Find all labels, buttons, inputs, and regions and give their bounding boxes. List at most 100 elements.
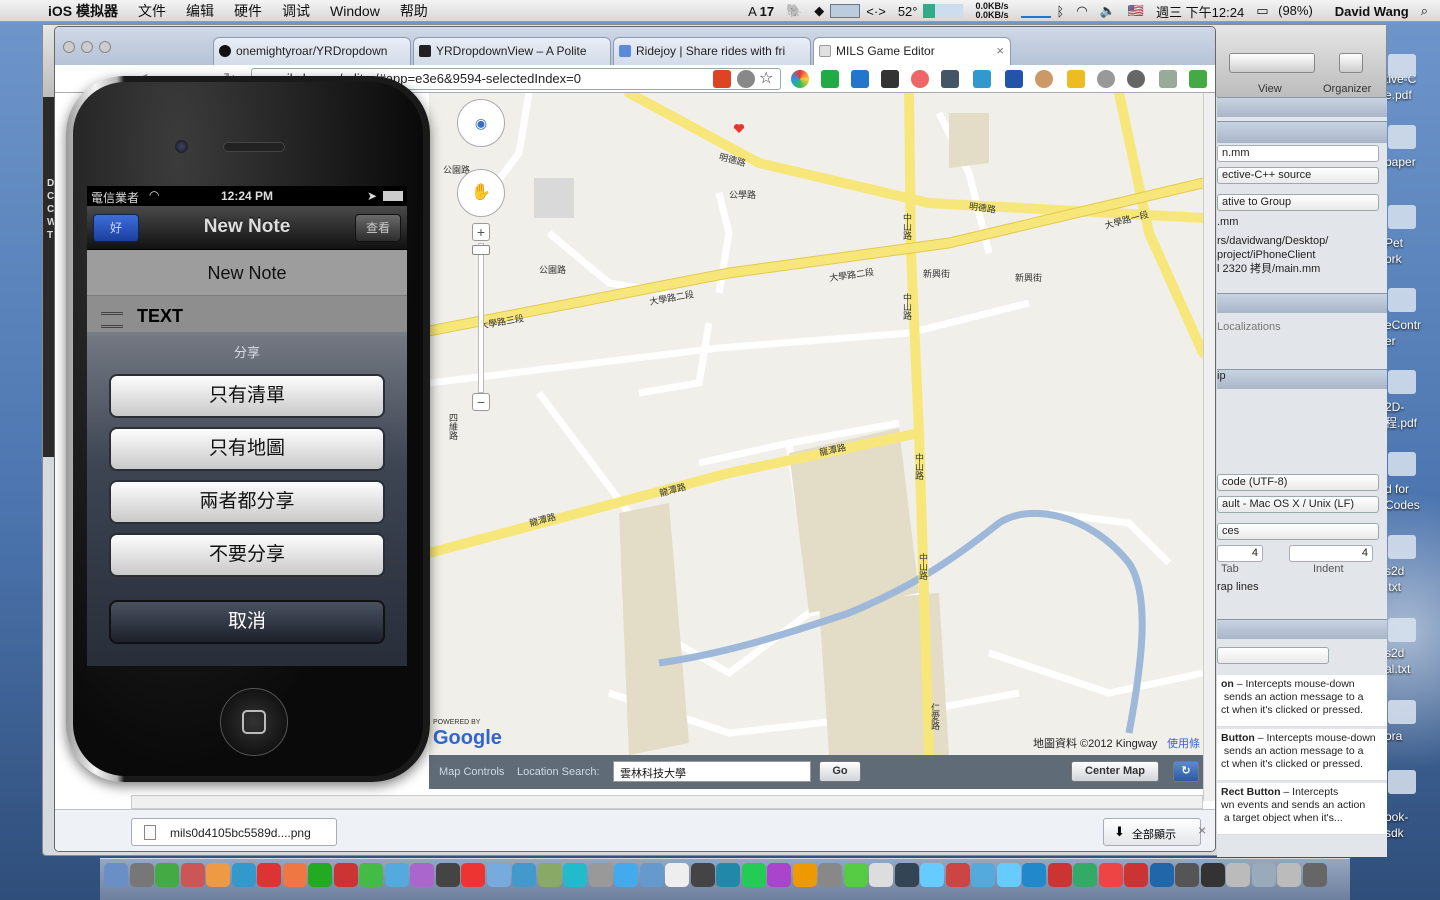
close-download-shelf-icon[interactable]: × — [1198, 822, 1206, 838]
chrome-ext-icon[interactable] — [791, 70, 809, 88]
window-minimize-button[interactable] — [81, 41, 93, 53]
dock-app-icon[interactable] — [1226, 863, 1250, 887]
desktop-file-label[interactable]: .txt — [1385, 580, 1401, 594]
share-both-button[interactable]: 兩者都分享 — [109, 480, 385, 524]
go-button[interactable]: Go — [819, 761, 861, 782]
dock-app-icon[interactable] — [920, 863, 944, 887]
dock-app-icon[interactable] — [461, 863, 485, 887]
zoom-slider-handle[interactable] — [472, 245, 490, 255]
desktop-file-label[interactable]: paper — [1385, 155, 1416, 169]
desktop-file-icon[interactable] — [1388, 205, 1416, 229]
dock-app-icon[interactable] — [359, 863, 383, 887]
cancel-button[interactable]: 取消 — [109, 600, 385, 644]
refresh-icon[interactable]: ↻ — [1173, 761, 1199, 782]
battery-status[interactable]: ▭ (98%) — [1250, 3, 1325, 19]
extension-icon[interactable] — [911, 70, 929, 88]
network-speed[interactable]: 0.0KB/s 0.0KB/s — [963, 2, 1020, 20]
dock-app-icon[interactable] — [333, 863, 358, 887]
center-map-button[interactable]: Center Map — [1071, 761, 1159, 782]
user-name[interactable]: David Wang — [1325, 4, 1415, 19]
dock-app-icon[interactable] — [818, 863, 842, 887]
desktop-file-icon[interactable] — [1388, 370, 1416, 394]
dock-app-icon[interactable] — [1200, 863, 1225, 887]
desktop-file-label[interactable]: Codes — [1385, 498, 1420, 512]
dock-app-icon[interactable] — [665, 863, 689, 887]
desktop-file-icon[interactable] — [1388, 535, 1416, 559]
note-text-cell[interactable]: TEXT — [87, 296, 407, 336]
desktop-file-label[interactable]: al.txt — [1385, 662, 1410, 676]
extension-icon[interactable] — [851, 70, 869, 88]
dock-app-icon[interactable] — [384, 863, 409, 887]
extension-icon[interactable] — [1067, 70, 1085, 88]
dock-app-icon[interactable] — [1073, 863, 1097, 887]
dock-app-icon[interactable] — [588, 863, 613, 887]
dock-app-icon[interactable] — [231, 863, 256, 887]
show-all-downloads-button[interactable]: ⬇ 全部顯示 — [1103, 818, 1201, 846]
desktop-file-label[interactable]: 2D- — [1385, 400, 1404, 414]
dock-app-icon[interactable] — [155, 863, 179, 887]
window-zoom-button[interactable] — [99, 41, 111, 53]
spotlight-icon[interactable]: ⌕ — [1415, 3, 1440, 19]
text-encoding-select[interactable]: code (UTF-8) — [1217, 474, 1379, 491]
settings-gear-icon[interactable] — [1127, 70, 1145, 88]
dock-app-icon[interactable] — [1149, 863, 1174, 887]
extension-icon[interactable] — [1035, 70, 1053, 88]
tab-width-field[interactable]: 4 — [1217, 545, 1263, 562]
desktop-file-icon[interactable] — [1388, 770, 1416, 794]
dock-app-icon[interactable] — [614, 863, 638, 887]
note-title-cell[interactable]: New Note — [87, 250, 407, 296]
desktop-file-label[interactable]: ork — [1385, 252, 1402, 266]
dock-app-icon[interactable] — [869, 863, 893, 887]
library-tabs[interactable] — [1217, 619, 1387, 639]
extension-icon[interactable] — [881, 70, 899, 88]
tab-mils-editor[interactable]: MILS Game Editor × — [813, 37, 1011, 65]
share-map-only-button[interactable]: 只有地圖 — [109, 427, 385, 471]
terms-link[interactable]: 使用條 — [1167, 735, 1200, 751]
window-close-button[interactable] — [63, 41, 75, 53]
dock-app-icon[interactable] — [282, 863, 307, 887]
map-view[interactable]: 大學路三段 大學路二段 大學路二段 明德路 明德路 公園路 公學路 新興街 新興… — [429, 93, 1203, 755]
library-item[interactable]: Rect Button – Intercepts wn events and s… — [1217, 783, 1387, 835]
dock-app-icon[interactable] — [537, 863, 562, 887]
menu-window[interactable]: Window — [320, 3, 390, 19]
organizer-button[interactable] — [1339, 53, 1363, 73]
dock-app-icon[interactable] — [1302, 863, 1327, 887]
inspector-tabs[interactable] — [1217, 97, 1387, 117]
dock-app-icon[interactable] — [945, 863, 970, 887]
menu-edit[interactable]: 编辑 — [176, 1, 224, 21]
dont-share-button[interactable]: 不要分享 — [109, 533, 385, 577]
dock-app-icon[interactable] — [129, 863, 154, 887]
google-logo[interactable]: Google — [433, 727, 502, 750]
weather-temp[interactable]: 52° — [892, 4, 924, 19]
horizontal-scrollbar[interactable] — [131, 795, 1203, 809]
dock-app-icon[interactable] — [843, 863, 868, 887]
adobe-updater-icon[interactable]: A 17 — [742, 4, 780, 19]
dock-app-icon[interactable] — [435, 863, 460, 887]
dock-app-icon[interactable] — [1022, 863, 1046, 887]
dock-app-icon[interactable] — [792, 863, 817, 887]
tab-yrdropdown[interactable]: YRDropdownView – A Polite — [413, 37, 611, 65]
dropbox-icon[interactable]: ◆ — [808, 3, 830, 19]
extension-icon[interactable] — [973, 70, 991, 88]
tab-github[interactable]: onemightyroar/YRDropdown — [213, 37, 411, 65]
share-list-only-button[interactable]: 只有清單 — [109, 374, 385, 418]
desktop-file-label[interactable]: eContr — [1385, 318, 1421, 332]
menu-hardware[interactable]: 硬件 — [224, 1, 272, 21]
file-type-select[interactable]: ective-C++ source — [1217, 167, 1379, 184]
code-icon[interactable]: <·> — [860, 4, 892, 19]
dock-app-icon[interactable] — [1047, 863, 1072, 887]
close-tab-icon[interactable]: × — [996, 43, 1004, 58]
download-item[interactable]: mils0d4105bc5589d....png — [131, 818, 337, 846]
line-endings-select[interactable]: ault - Mac OS X / Unix (LF) — [1217, 496, 1379, 513]
cpu-meter-icon[interactable] — [830, 4, 861, 18]
dock-app-icon[interactable] — [1098, 863, 1123, 887]
desktop-file-label[interactable]: 程.pdf — [1385, 416, 1417, 430]
desktop-file-icon[interactable] — [1388, 288, 1416, 312]
volume-icon[interactable]: 🔈 — [1094, 3, 1122, 19]
extension-icon[interactable] — [1159, 70, 1177, 88]
dock-app-icon[interactable] — [410, 863, 434, 887]
file-name-field[interactable]: n.mm — [1217, 145, 1379, 162]
dock-app-icon[interactable] — [690, 863, 715, 887]
dock-app-icon[interactable] — [1124, 863, 1148, 887]
dock-app-icon[interactable] — [563, 863, 587, 887]
